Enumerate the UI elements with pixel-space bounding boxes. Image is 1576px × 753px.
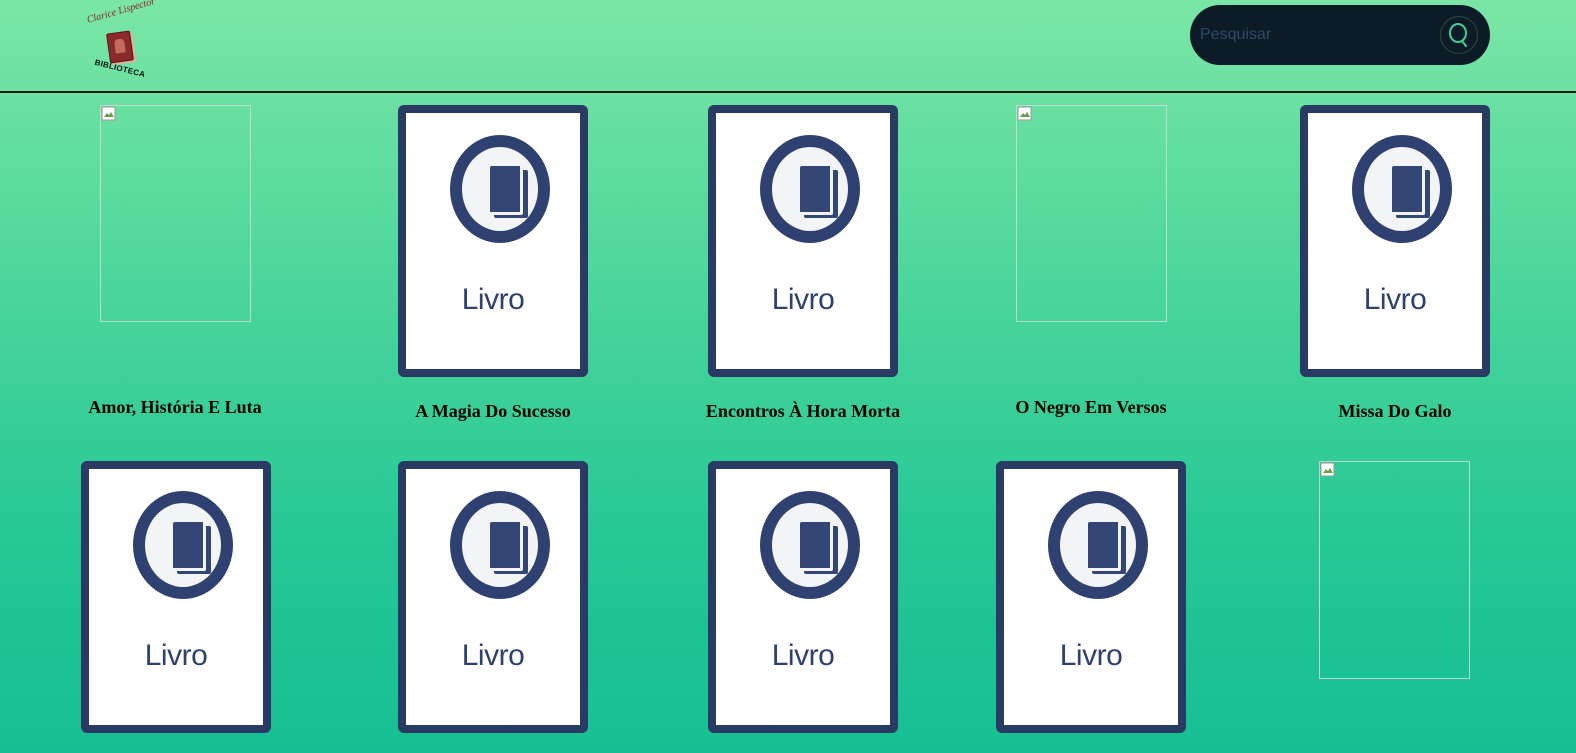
book-icon [450, 135, 550, 243]
book-cover-livro[interactable]: Livro [81, 461, 271, 733]
book-title[interactable]: Missa Do Galo [1295, 401, 1495, 422]
book-cover-broken-image[interactable] [1319, 461, 1470, 679]
cover-livro-label: Livro [771, 639, 835, 672]
cover-livro-label: Livro [461, 639, 525, 672]
book-icon [1048, 491, 1148, 599]
book-icon [760, 135, 860, 243]
logo-book-icon [106, 30, 134, 64]
biblioteca-logo[interactable]: Clarice Lispector BIBLIOTECA [86, 0, 157, 84]
book-cover-livro[interactable]: Livro [398, 105, 588, 377]
book-cover-livro[interactable]: Livro [398, 461, 588, 733]
book-icon [760, 491, 860, 599]
book-icon [1352, 135, 1452, 243]
book-cover-livro[interactable]: Livro [996, 461, 1186, 733]
cover-livro-label: Livro [1363, 283, 1427, 316]
search-button[interactable] [1440, 16, 1478, 54]
search-input[interactable] [1200, 19, 1430, 51]
broken-image-icon [1320, 462, 1335, 477]
book-icon [133, 491, 233, 599]
book-title[interactable]: Encontros À Hora Morta [683, 401, 923, 422]
cover-livro-label: Livro [461, 283, 525, 316]
book-title[interactable]: A Magia Do Sucesso [393, 401, 593, 422]
cover-livro-label: Livro [1059, 639, 1123, 672]
search-bar [1190, 5, 1490, 65]
book-title[interactable]: Amor, História E Luta [75, 397, 275, 418]
cover-livro-label: Livro [144, 639, 208, 672]
header: Clarice Lispector BIBLIOTECA [0, 0, 1576, 93]
book-cover-livro[interactable]: Livro [1300, 105, 1490, 377]
cover-livro-label: Livro [771, 283, 835, 316]
broken-image-icon [1017, 106, 1032, 121]
book-cover-livro[interactable]: Livro [708, 461, 898, 733]
book-icon [450, 491, 550, 599]
book-cover-broken-image[interactable] [1016, 105, 1167, 322]
logo-author-text: Clarice Lispector [85, 0, 157, 26]
book-cover-livro[interactable]: Livro [708, 105, 898, 377]
book-cover-broken-image[interactable] [100, 105, 251, 322]
broken-image-icon [101, 106, 116, 121]
book-title[interactable]: O Negro Em Versos [991, 397, 1191, 418]
search-icon [1449, 23, 1467, 47]
